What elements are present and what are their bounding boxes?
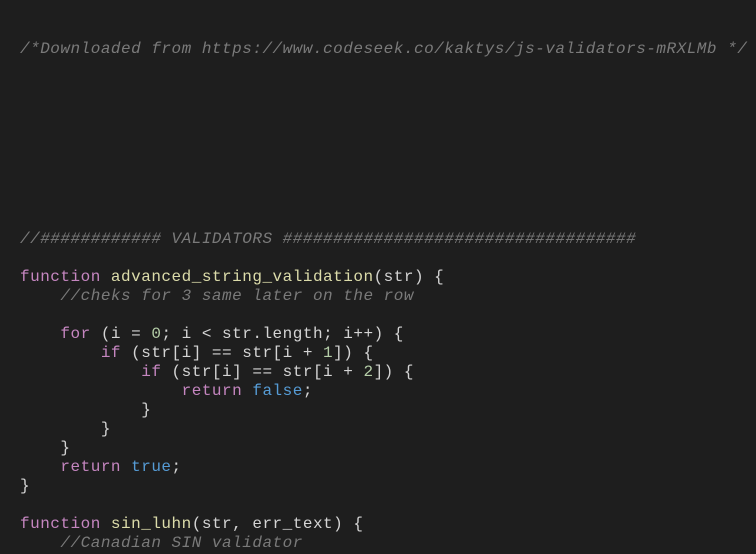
code-token: if [141,363,161,381]
code-token: function [20,515,101,533]
code-line [20,249,756,268]
code-token [20,287,60,305]
code-token: return [60,458,121,476]
code-token: 1 [323,344,333,362]
code-token: function [20,268,101,286]
code-line [20,21,756,40]
code-line: } [20,477,756,496]
code-token: false [252,382,303,400]
code-token [20,382,182,400]
code-token [101,268,111,286]
code-token [20,363,141,381]
code-line [20,116,756,135]
code-token: (str, err_text) { [192,515,364,533]
code-token [101,515,111,533]
code-token: } [20,420,111,438]
code-line: return false; [20,382,756,401]
code-token [20,344,101,362]
code-token: ; [172,458,182,476]
code-line: } [20,439,756,458]
code-line: function sin_luhn(str, err_text) { [20,515,756,534]
code-line [20,306,756,325]
code-token: advanced_string_validation [111,268,374,286]
code-line: } [20,420,756,439]
code-line: if (str[i] == str[i + 1]) { [20,344,756,363]
code-line [20,496,756,515]
code-line [20,78,756,97]
code-token: true [131,458,171,476]
code-line: //Canadian SIN validator [20,534,756,553]
code-token [20,534,60,552]
code-line: //############ VALIDATORS ##############… [20,230,756,249]
code-line [20,97,756,116]
code-token: 2 [363,363,373,381]
code-line: /*Downloaded from https://www.codeseek.c… [20,40,756,59]
code-token: ]) { [333,344,373,362]
code-token: (i = [91,325,152,343]
code-line [20,173,756,192]
code-line [20,2,756,21]
code-token: (str[i] == str[i + [161,363,363,381]
code-token: for [60,325,90,343]
code-line: if (str[i] == str[i + 2]) { [20,363,756,382]
code-token: } [20,401,151,419]
code-token [20,458,60,476]
code-token: if [101,344,121,362]
code-line [20,154,756,173]
code-line: for (i = 0; i < str.length; i++) { [20,325,756,344]
code-line [20,135,756,154]
code-line: function advanced_string_validation(str)… [20,268,756,287]
code-token: sin_luhn [111,515,192,533]
code-token: (str[i] == str[i + [121,344,323,362]
code-token: ; i < str.length; i++) { [161,325,403,343]
code-line: return true; [20,458,756,477]
code-token: } [20,439,71,457]
code-token: (str) { [374,268,445,286]
code-token [121,458,131,476]
code-line [20,211,756,230]
code-token: } [20,477,30,495]
code-token: //Canadian SIN validator [60,534,302,552]
code-block: /*Downloaded from https://www.codeseek.c… [0,0,756,553]
code-token: /*Downloaded from https://www.codeseek.c… [20,40,747,58]
code-token [20,325,60,343]
code-token: ]) { [374,363,414,381]
code-token: ; [303,382,313,400]
code-line: } [20,401,756,420]
code-line [20,59,756,78]
code-token: //cheks for 3 same later on the row [60,287,414,305]
code-line [20,192,756,211]
code-token: 0 [151,325,161,343]
code-token: return [182,382,243,400]
code-line: //cheks for 3 same later on the row [20,287,756,306]
code-token: //############ VALIDATORS ##############… [20,230,636,248]
code-token [242,382,252,400]
